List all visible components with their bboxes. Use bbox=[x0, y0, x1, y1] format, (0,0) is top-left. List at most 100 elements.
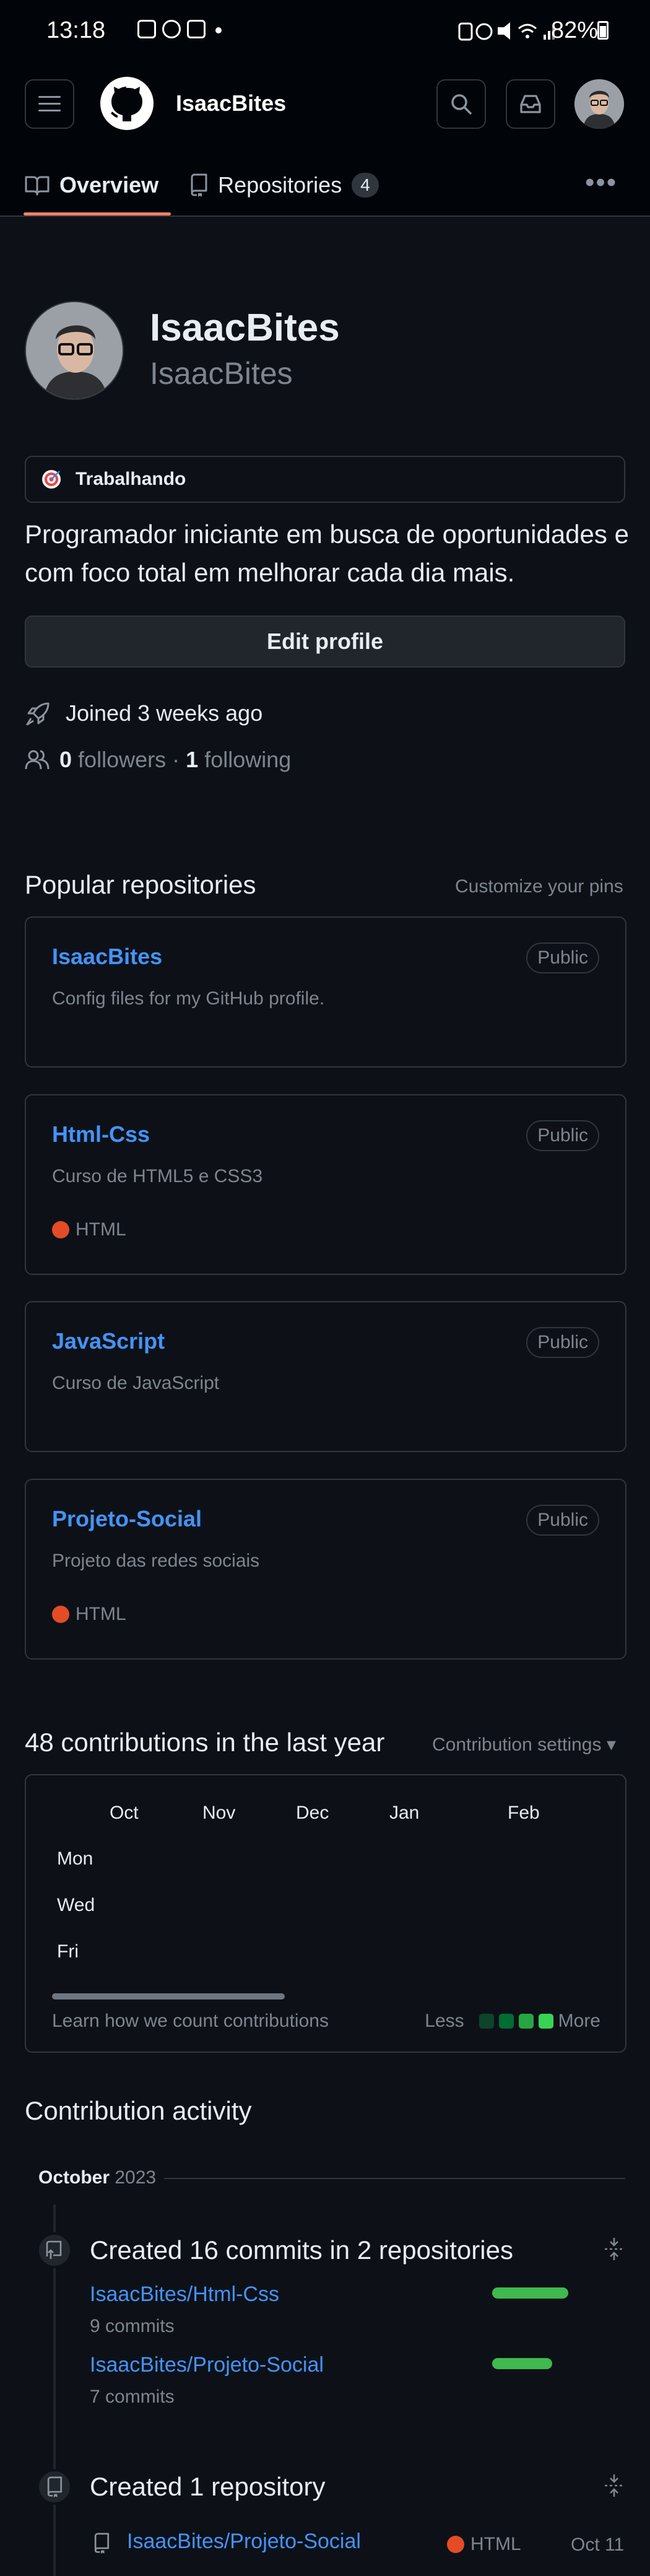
repo-card[interactable]: JavaScript Public Curso de JavaScript bbox=[25, 1301, 626, 1452]
menu-button[interactable] bbox=[25, 79, 74, 129]
system-icons bbox=[458, 20, 557, 42]
repo-language: HTML bbox=[52, 1604, 126, 1625]
status-text: Trabalhando bbox=[76, 469, 186, 489]
repo-name-link[interactable]: IsaacBites bbox=[52, 944, 162, 970]
repo-description: Curso de JavaScript bbox=[52, 1373, 220, 1393]
commit-repo-link[interactable]: IsaacBites/Projeto-Social bbox=[90, 2353, 324, 2377]
followers-separator: · bbox=[172, 747, 180, 772]
legend-more: More bbox=[558, 2011, 600, 2031]
book-icon bbox=[25, 176, 50, 196]
following-count: 1 bbox=[186, 747, 199, 772]
contribution-legend: Less More bbox=[425, 2011, 600, 2032]
contributions-title: 48 contributions in the last year bbox=[25, 1728, 385, 1757]
commit-bar bbox=[492, 2287, 568, 2299]
avatar-image bbox=[26, 302, 123, 399]
people-icon bbox=[25, 750, 50, 770]
search-icon bbox=[451, 94, 472, 115]
repo-icon bbox=[191, 173, 207, 197]
joined-info: Joined 3 weeks ago bbox=[25, 700, 262, 727]
repo-card[interactable]: Html-Css Public Curso de HTML5 e CSS3 HT… bbox=[25, 1094, 626, 1275]
repo-name-link[interactable]: Projeto-Social bbox=[52, 1506, 202, 1532]
repo-card[interactable]: Projeto-Social Public Projeto das redes … bbox=[25, 1479, 626, 1660]
profile-name: IsaacBites bbox=[150, 307, 340, 349]
octocat-shape bbox=[110, 87, 142, 121]
contribution-graph: Oct Nov Dec Jan Feb Mon Wed Fri Learn ho… bbox=[25, 1774, 626, 2053]
followers-count: 0 bbox=[59, 747, 72, 772]
more-options-icon[interactable]: ••• bbox=[585, 167, 617, 198]
day-label: Wed bbox=[57, 1895, 95, 1915]
commit-repo-link[interactable]: IsaacBites/Html-Css bbox=[90, 2282, 279, 2307]
tab-repositories-label: Repositories bbox=[218, 172, 342, 198]
activity-month: October 2023 bbox=[38, 2167, 156, 2188]
avatar-image bbox=[574, 79, 624, 129]
user-avatar-button[interactable] bbox=[574, 79, 624, 129]
fold-icon[interactable] bbox=[604, 2473, 625, 2503]
month-divider bbox=[164, 2178, 625, 2179]
day-label: Mon bbox=[57, 1848, 93, 1869]
month-label: Oct bbox=[110, 1803, 139, 1823]
inbox-button[interactable] bbox=[506, 79, 555, 129]
language-name: HTML bbox=[470, 2534, 521, 2554]
created-repo-language: HTML bbox=[447, 2534, 521, 2555]
repo-name-link[interactable]: JavaScript bbox=[52, 1328, 165, 1354]
repo-name-link[interactable]: Html-Css bbox=[52, 1121, 150, 1147]
app-icon bbox=[187, 20, 206, 38]
visibility-badge: Public bbox=[526, 1120, 599, 1151]
following-label: following bbox=[204, 747, 292, 772]
commits-activity-title: Created 16 commits in 2 repositories bbox=[90, 2235, 513, 2265]
followers-label: followers bbox=[78, 747, 167, 772]
repo-push-icon bbox=[46, 2240, 62, 2259]
activity-year: 2023 bbox=[115, 2167, 157, 2188]
edit-profile-button[interactable]: Edit profile bbox=[25, 616, 625, 668]
day-label: Fri bbox=[57, 1941, 79, 1962]
created-repo-icon bbox=[93, 2533, 110, 2557]
profile-tabs: Overview Repositories 4 bbox=[23, 155, 379, 215]
created-repo-link[interactable]: IsaacBites/Projeto-Social bbox=[127, 2530, 361, 2554]
contribution-settings-dropdown[interactable]: Contribution settings ▾ bbox=[432, 1734, 616, 1756]
repo-language: HTML bbox=[52, 1219, 126, 1240]
language-name: HTML bbox=[76, 1219, 126, 1240]
repo-description: Curso de HTML5 e CSS3 bbox=[52, 1166, 263, 1186]
fold-icon[interactable] bbox=[604, 2237, 625, 2266]
profile-avatar[interactable] bbox=[25, 301, 124, 400]
profile-bio: Programador iniciante em busca de oportu… bbox=[25, 520, 629, 587]
followers-info[interactable]: 0 followers · 1 following bbox=[25, 747, 291, 773]
user-status[interactable]: Trabalhando bbox=[25, 456, 625, 503]
signal-wifi-icons bbox=[458, 22, 555, 41]
profile-login: IsaacBites bbox=[150, 356, 293, 391]
status-bar: 13:18 82% bbox=[0, 0, 650, 62]
month-label: Feb bbox=[508, 1803, 540, 1823]
search-button[interactable] bbox=[436, 79, 486, 129]
legend-level-2 bbox=[498, 2014, 514, 2029]
activity-month-name: October bbox=[38, 2167, 110, 2188]
tab-overview[interactable]: Overview bbox=[23, 155, 171, 215]
customize-pins-link[interactable]: Customize your pins bbox=[455, 876, 623, 897]
unfold-icon bbox=[605, 2238, 623, 2260]
visibility-badge: Public bbox=[526, 1505, 599, 1536]
visibility-badge: Public bbox=[526, 942, 599, 973]
commit-bar bbox=[492, 2358, 552, 2369]
graph-scrollbar[interactable] bbox=[52, 1993, 285, 1999]
github-logo-icon[interactable] bbox=[100, 77, 154, 130]
inbox-icon bbox=[520, 95, 541, 113]
hamburger-menu-icon bbox=[38, 96, 61, 111]
language-color-icon bbox=[52, 1221, 69, 1238]
month-label: Nov bbox=[202, 1803, 236, 1823]
battery-percent: 82% bbox=[551, 17, 599, 43]
legend-less: Less bbox=[425, 2011, 464, 2031]
repo-created-icon bbox=[37, 2469, 72, 2505]
tab-repositories[interactable]: Repositories 4 bbox=[189, 155, 379, 215]
language-color-icon bbox=[447, 2536, 464, 2553]
tab-overview-label: Overview bbox=[59, 172, 159, 198]
commit-count: 7 commits bbox=[90, 2387, 175, 2407]
commit-count: 9 commits bbox=[90, 2316, 175, 2336]
repo-card[interactable]: IsaacBites Public Config files for my Gi… bbox=[25, 916, 626, 1068]
rocket-icon bbox=[26, 702, 50, 726]
pinterest-icon bbox=[162, 20, 181, 38]
header-username[interactable]: IsaacBites bbox=[176, 90, 286, 116]
unfold-icon bbox=[605, 2474, 623, 2497]
legend-level-4 bbox=[538, 2014, 553, 2029]
repositories-count-badge: 4 bbox=[352, 173, 379, 198]
repo-icon bbox=[94, 2533, 110, 2554]
learn-contributions-link[interactable]: Learn how we count contributions bbox=[52, 2011, 329, 2032]
